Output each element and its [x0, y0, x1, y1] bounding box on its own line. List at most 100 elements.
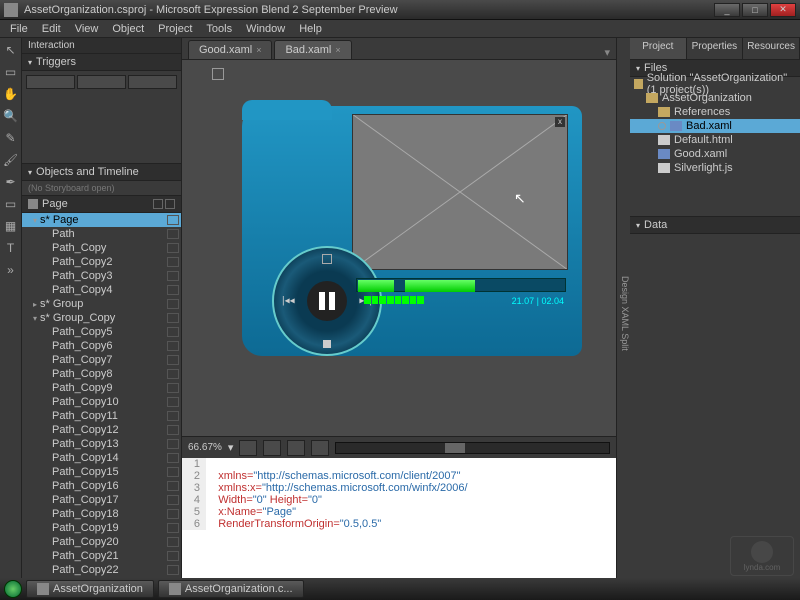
- trigger-remove-button[interactable]: [77, 75, 126, 89]
- tree-item[interactable]: Path: [22, 227, 181, 241]
- trigger-add-button[interactable]: [26, 75, 75, 89]
- pan-tool-icon[interactable]: ✋: [3, 86, 19, 102]
- view-snap-button[interactable]: [263, 440, 281, 456]
- scope-up-icon[interactable]: [153, 199, 163, 209]
- visibility-toggle-icon[interactable]: [167, 411, 179, 421]
- data-header[interactable]: ▾Data: [630, 217, 800, 234]
- tree-item[interactable]: Path_Copy: [22, 241, 181, 255]
- right-tab-properties[interactable]: Properties: [687, 38, 744, 59]
- tree-item[interactable]: ▸s* Group: [22, 297, 181, 311]
- pause-button[interactable]: [307, 281, 347, 321]
- visibility-toggle-icon[interactable]: [167, 243, 179, 253]
- rectangle-tool-icon[interactable]: ▭: [3, 196, 19, 212]
- taskbar-item[interactable]: AssetOrganization.c...: [158, 580, 304, 598]
- visibility-toggle-icon[interactable]: [167, 537, 179, 547]
- tree-item[interactable]: ▾s* Page: [22, 213, 181, 227]
- view-mode-strip[interactable]: Design XAML Split: [616, 38, 630, 578]
- tab-overflow-icon[interactable]: ▾: [604, 46, 610, 59]
- file-item[interactable]: Silverlight.js: [630, 161, 800, 175]
- tree-item[interactable]: ▾s* Group_Copy: [22, 311, 181, 325]
- visibility-toggle-icon[interactable]: [167, 565, 179, 575]
- right-tab-resources[interactable]: Resources: [743, 38, 800, 59]
- visibility-toggle-icon[interactable]: [167, 481, 179, 491]
- menu-help[interactable]: Help: [293, 22, 328, 36]
- view-split-button[interactable]: [287, 440, 305, 456]
- visibility-toggle-icon[interactable]: [167, 271, 179, 281]
- file-item[interactable]: References: [630, 105, 800, 119]
- visibility-toggle-icon[interactable]: [167, 495, 179, 505]
- tree-item[interactable]: Path_Copy16: [22, 479, 181, 493]
- tree-item[interactable]: Path_Copy19: [22, 521, 181, 535]
- trigger-event-button[interactable]: [128, 75, 177, 89]
- zoom-percent[interactable]: 66.67%: [188, 442, 222, 453]
- tab-close-icon[interactable]: ×: [335, 45, 340, 55]
- file-item[interactable]: Bad.xaml: [630, 119, 800, 133]
- asset-tool-icon[interactable]: »: [3, 262, 19, 278]
- start-button[interactable]: [4, 580, 22, 598]
- view-grid-button[interactable]: [239, 440, 257, 456]
- close-button[interactable]: ✕: [770, 3, 796, 17]
- menu-window[interactable]: Window: [240, 22, 291, 36]
- file-item[interactable]: Good.xaml: [630, 147, 800, 161]
- tree-item[interactable]: Path_Copy18: [22, 507, 181, 521]
- selection-tool-icon[interactable]: ↖: [3, 42, 19, 58]
- visibility-toggle-icon[interactable]: [167, 285, 179, 295]
- visibility-toggle-icon[interactable]: [167, 355, 179, 365]
- maximize-button[interactable]: □: [742, 3, 768, 17]
- tree-item[interactable]: Path_Copy21: [22, 549, 181, 563]
- tree-item[interactable]: Path_Copy6: [22, 339, 181, 353]
- visibility-toggle-icon[interactable]: [167, 327, 179, 337]
- view-fit-button[interactable]: [311, 440, 329, 456]
- progress-bar[interactable]: [356, 278, 566, 292]
- tree-item[interactable]: Path_Copy12: [22, 423, 181, 437]
- tree-item[interactable]: Path_Copy11: [22, 409, 181, 423]
- eject-icon[interactable]: [322, 254, 332, 264]
- menu-edit[interactable]: Edit: [36, 22, 67, 36]
- visibility-toggle-icon[interactable]: [167, 257, 179, 267]
- volume-meter[interactable]: [364, 296, 424, 304]
- visibility-toggle-icon[interactable]: [167, 369, 179, 379]
- menu-object[interactable]: Object: [106, 22, 150, 36]
- prev-icon[interactable]: |◂◂: [282, 296, 295, 307]
- file-item[interactable]: Solution "AssetOrganization" (1 project(…: [630, 77, 800, 91]
- stop-icon[interactable]: [323, 340, 331, 348]
- zoom-dropdown-icon[interactable]: ▾: [228, 441, 234, 454]
- visibility-toggle-icon[interactable]: [167, 509, 179, 519]
- zoom-tool-icon[interactable]: 🔍: [3, 108, 19, 124]
- menu-tools[interactable]: Tools: [200, 22, 238, 36]
- visibility-toggle-icon[interactable]: [167, 229, 179, 239]
- objects-timeline-header[interactable]: ▾Objects and Timeline: [22, 164, 181, 181]
- pen-tool-icon[interactable]: ✒: [3, 174, 19, 190]
- eyedropper-tool-icon[interactable]: ✎: [3, 130, 19, 146]
- tree-item[interactable]: Path_Copy22: [22, 563, 181, 577]
- visibility-toggle-icon[interactable]: [167, 523, 179, 533]
- menu-project[interactable]: Project: [152, 22, 198, 36]
- tree-item[interactable]: Path_Copy8: [22, 367, 181, 381]
- right-tab-project[interactable]: Project: [630, 38, 687, 59]
- tree-item[interactable]: Path_Copy3: [22, 269, 181, 283]
- tree-item[interactable]: Path_Copy2: [22, 255, 181, 269]
- visibility-toggle-icon[interactable]: [167, 341, 179, 351]
- file-item[interactable]: Default.html: [630, 133, 800, 147]
- menu-view[interactable]: View: [69, 22, 105, 36]
- visibility-toggle-icon[interactable]: [167, 439, 179, 449]
- visibility-toggle-icon[interactable]: [167, 313, 179, 323]
- taskbar-item[interactable]: AssetOrganization: [26, 580, 154, 598]
- document-tab[interactable]: Good.xaml×: [188, 40, 272, 59]
- xaml-editor[interactable]: 12 xmlns="http://schemas.microsoft.com/c…: [182, 458, 616, 578]
- horizontal-scrollbar[interactable]: [335, 442, 610, 454]
- minimize-button[interactable]: _: [714, 3, 740, 17]
- visibility-toggle-icon[interactable]: [167, 215, 179, 225]
- tree-item[interactable]: Path_Copy13: [22, 437, 181, 451]
- tree-item[interactable]: Path_Copy20: [22, 535, 181, 549]
- visibility-toggle-icon[interactable]: [167, 397, 179, 407]
- visibility-toggle-icon[interactable]: [167, 453, 179, 463]
- layout-tool-icon[interactable]: ▦: [3, 218, 19, 234]
- tree-item[interactable]: Path_Copy9: [22, 381, 181, 395]
- tree-item[interactable]: Path_Copy10: [22, 395, 181, 409]
- document-tab[interactable]: Bad.xaml×: [274, 40, 351, 59]
- brush-tool-icon[interactable]: 🖌: [3, 152, 19, 168]
- page-root-row[interactable]: Page: [22, 195, 181, 213]
- interaction-header[interactable]: Interaction: [22, 38, 181, 54]
- tree-item[interactable]: Path_Copy4: [22, 283, 181, 297]
